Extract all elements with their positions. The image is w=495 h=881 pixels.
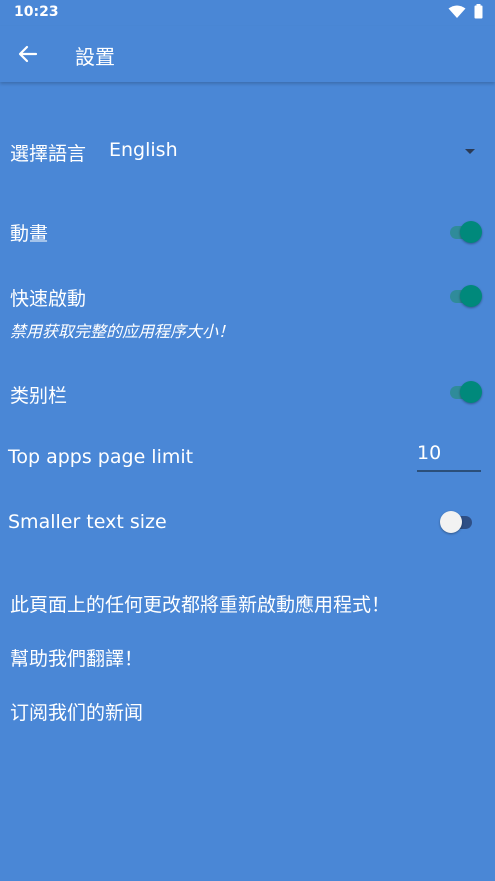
animation-setting-row: 動畫 (0, 215, 495, 249)
category-bar-setting-row: 类别栏 (0, 377, 495, 411)
smaller-text-setting-row: Smaller text size (0, 507, 495, 541)
category-bar-toggle-thumb (460, 381, 482, 403)
quick-start-toggle[interactable] (448, 284, 482, 308)
smaller-text-label: Smaller text size (8, 511, 167, 533)
top-apps-limit-label: Top apps page limit (8, 446, 194, 468)
top-apps-limit-row: Top apps page limit 10 (0, 440, 495, 476)
restart-notice: 此頁面上的任何更改都將重新啟動應用程式！ (10, 594, 391, 616)
language-dropdown[interactable]: English (100, 135, 485, 169)
language-label: 選擇語言 (10, 143, 87, 165)
app-bar: 設置 (0, 26, 495, 82)
battery-icon (474, 4, 483, 19)
quick-start-setting-row: 快速啟動 禁用获取完整的应用程序大小！ (0, 282, 495, 342)
quick-start-note: 禁用获取完整的应用程序大小！ (10, 322, 235, 341)
status-icons (448, 4, 483, 19)
animation-label: 動畫 (10, 223, 49, 245)
top-apps-limit-value: 10 (417, 442, 442, 464)
quick-start-label: 快速啟動 (10, 288, 87, 310)
language-setting-row: 選擇語言 English (0, 135, 495, 169)
dropdown-arrow-icon (465, 149, 475, 154)
back-button[interactable] (12, 40, 44, 68)
back-arrow-icon (18, 45, 38, 63)
quick-start-toggle-thumb (460, 285, 482, 307)
category-bar-label: 类别栏 (10, 385, 68, 407)
page-title: 設置 (75, 45, 115, 69)
top-apps-limit-input[interactable]: 10 (417, 440, 481, 472)
help-translate-link[interactable]: 幫助我們翻譯！ (10, 644, 143, 671)
animation-toggle-thumb (460, 221, 482, 243)
animation-toggle[interactable] (448, 220, 482, 244)
category-bar-toggle[interactable] (448, 380, 482, 404)
smaller-text-toggle[interactable] (440, 510, 474, 534)
smaller-text-toggle-thumb (440, 511, 462, 533)
subscribe-news-link[interactable]: 订阅我们的新闻 (10, 698, 143, 725)
status-time: 10:23 (14, 4, 59, 20)
language-selected-value: English (109, 139, 178, 161)
status-bar: 10:23 (0, 0, 495, 26)
wifi-icon (448, 5, 466, 18)
